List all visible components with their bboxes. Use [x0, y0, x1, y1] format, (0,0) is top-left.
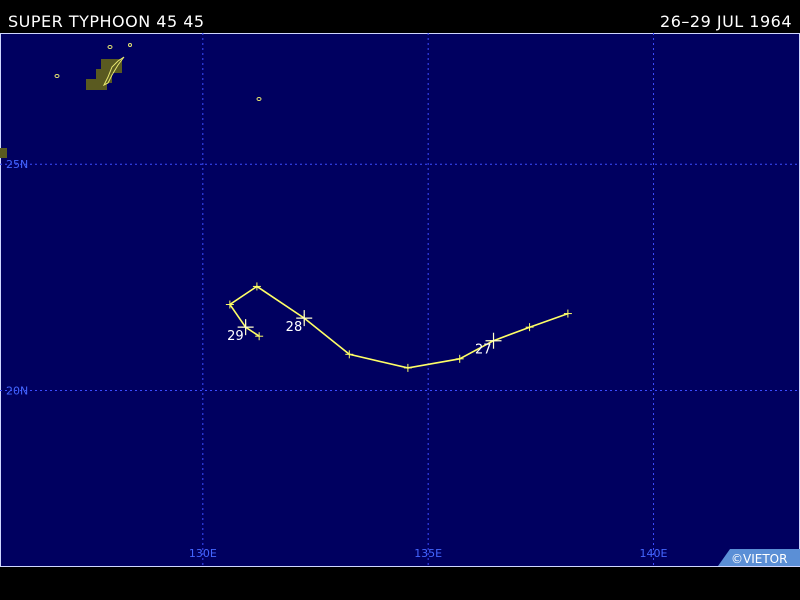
parallel-label-1: 20N: [6, 385, 28, 398]
date-range: 26–29 JUL 1964: [660, 12, 792, 31]
map-border: [0, 33, 800, 567]
storm-title: SUPER TYPHOON 45 45: [8, 12, 205, 31]
credit-text: ©VIETOR: [731, 552, 787, 566]
day-label-27: 27: [475, 343, 492, 358]
track-map: 130E 135E 140E 25N 20N 27 28 29 ©VIETOR: [0, 33, 800, 567]
parallel-label-0: 25N: [6, 158, 28, 171]
header-bar: SUPER TYPHOON 45 45 26–29 JUL 1964: [0, 0, 800, 33]
credit-badge: ©VIETOR: [718, 549, 800, 566]
meridian-label-2: 140E: [640, 547, 668, 560]
day-label-28: 28: [286, 320, 303, 335]
footer-bar: [0, 567, 800, 600]
taiwan-edge: [0, 148, 7, 158]
day-label-29: 29: [227, 329, 244, 344]
meridian-label-1: 135E: [414, 547, 442, 560]
meridian-label-0: 130E: [189, 547, 217, 560]
